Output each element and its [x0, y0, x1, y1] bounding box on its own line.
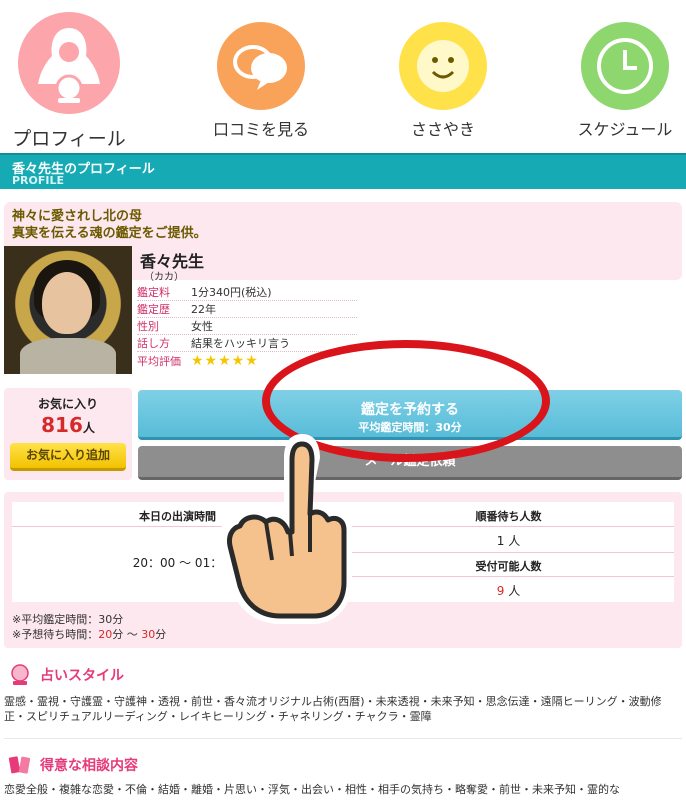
spec-key: 平均評価 [137, 354, 181, 368]
spec-row-speech: 話し方 結果をハッキリ言う [137, 335, 357, 352]
tagline: 神々に愛されし北の母 真実を伝える魂の鑑定をご提供。 [12, 208, 207, 242]
spec-key: 性別 [137, 320, 159, 333]
favorites-number: 816 [41, 413, 83, 437]
spec-value: 1分340円(税込) [191, 286, 272, 299]
page-subtitle: PROFILE [12, 174, 65, 187]
favorites-box: お気に入り 816人 お気に入り追加 [4, 388, 132, 480]
pointing-hand-icon [218, 420, 358, 630]
clock-icon [581, 22, 669, 110]
tagline-line-2: 真実を伝える魂の鑑定をご提供。 [12, 226, 207, 241]
tagline-line-1: 神々に愛されし北の母 [12, 209, 143, 224]
favorites-label: お気に入り [37, 397, 98, 411]
add-favorite-button[interactable]: お気に入り追加 [10, 443, 126, 471]
smiley-icon [399, 22, 487, 110]
wait-time-note: ※予想待ち時間：20分 〜 30分 [12, 627, 166, 642]
queue-label: 順番待ち人数 [475, 510, 542, 523]
crystal-ball-icon [8, 664, 32, 686]
tarot-cards-icon [8, 754, 32, 776]
top-nav: プロフィール 口コミを見る ささやき スケジュール [0, 0, 686, 152]
nav-profile[interactable]: プロフィール [0, 0, 144, 151]
nav-whisper[interactable]: ささやき [368, 0, 518, 140]
accept-unit: 人 [504, 584, 521, 598]
nav-reviews[interactable]: 口コミを見る [186, 0, 336, 140]
teacher-photo [4, 246, 132, 374]
accept-label: 受付可能人数 [475, 560, 542, 573]
chat-bubbles-icon [217, 22, 305, 110]
wait-mid: 分 〜 [112, 628, 142, 641]
accept-value: 9 人 [343, 582, 674, 599]
spec-row-career: 鑑定歴 22年 [137, 301, 357, 318]
spec-key: 鑑定料 [137, 286, 170, 299]
queue-value: 1 人 [496, 534, 521, 548]
style-section-title: 占いスタイル [8, 664, 124, 686]
photo-face [42, 272, 92, 334]
spec-value: 22年 [191, 303, 216, 316]
schedule-notes: ※平均鑑定時間：30分 ※予想待ち時間：20分 〜 30分 [12, 612, 166, 642]
spec-row-fee: 鑑定料 1分340円(税込) [137, 284, 357, 301]
spec-key: 鑑定歴 [137, 303, 170, 316]
nav-schedule-label: スケジュール [577, 120, 673, 139]
schedule-rule [343, 552, 674, 553]
spec-row-gender: 性別 女性 [137, 318, 357, 335]
schedule-rule [343, 576, 674, 577]
favorites-count: 816人 [4, 413, 132, 437]
spec-value: 女性 [191, 320, 213, 333]
favorites-unit: 人 [82, 421, 95, 435]
wait-max: 30 [141, 628, 156, 641]
rating-stars: ★★★★★ [191, 352, 259, 369]
section-divider [4, 738, 682, 739]
style-section-label: 占いスタイル [40, 668, 124, 684]
wait-suffix: 分 [155, 628, 167, 641]
avg-time-note: ※平均鑑定時間：30分 [12, 613, 124, 626]
spec-value: 結果をハッキリ言う [191, 337, 290, 350]
spec-key: 話し方 [137, 337, 170, 350]
photo-scarf [20, 338, 116, 374]
profile-header: 香々先生のプロフィール PROFILE [0, 153, 686, 189]
wait-prefix: ※予想待ち時間： [12, 628, 99, 641]
nav-profile-label: プロフィール [12, 128, 126, 150]
nav-reviews-label: 口コミを見る [212, 120, 309, 139]
topics-section-text: 恋愛全般・複雑な恋愛・不倫・結婚・離婚・片思い・浮気・出会い・相性・相手の気持ち… [4, 783, 620, 796]
wait-min: 20 [98, 628, 113, 641]
nav-schedule[interactable]: スケジュール [550, 0, 686, 140]
teacher-kana: （カカ） [144, 272, 184, 283]
nav-whisper-label: ささやき [410, 120, 475, 139]
topics-section-title: 得意な相談内容 [8, 754, 138, 776]
style-section-text: 霊感・霊視・守護霊・守護神・透視・前世・香々流オリジナル占術(西暦)・未来透視・… [4, 695, 662, 723]
fortune-teller-icon [18, 12, 120, 114]
topics-section-label: 得意な相談内容 [40, 758, 138, 774]
